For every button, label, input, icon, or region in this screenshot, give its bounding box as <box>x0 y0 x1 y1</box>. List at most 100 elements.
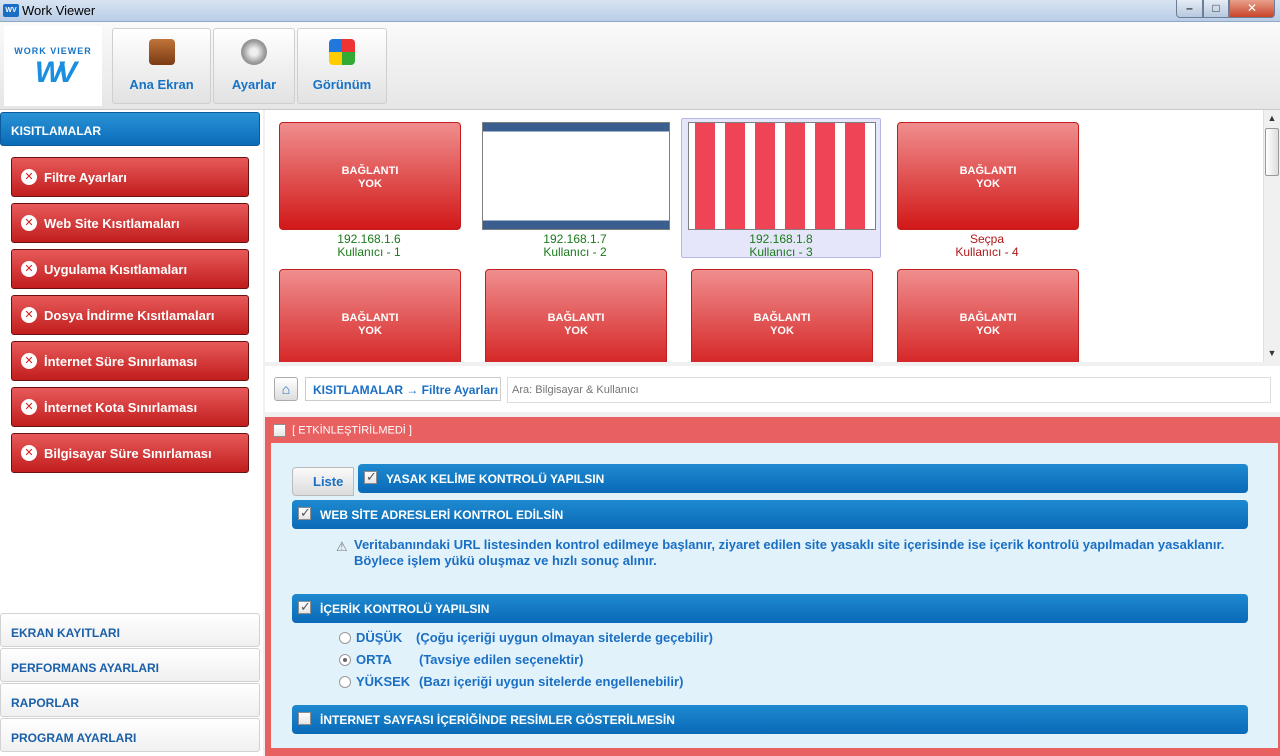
computer-card[interactable]: 192.168.1.8 Kullanıcı - 3 <box>681 118 881 259</box>
radio-medium[interactable] <box>339 654 351 666</box>
level-high-desc: (Bazı içeriği uygun sitelerde engelleneb… <box>419 674 684 689</box>
option-content-control[interactable]: İÇERİK KONTROLÜ YAPILSIN <box>292 594 1248 623</box>
filter-settings-panel: [ ETKİNLEŞTİRİLMEDİ ] Liste YASAK KELİME… <box>265 417 1280 756</box>
no-connection-tile: BAĞLANTI YOK <box>897 269 1079 362</box>
enable-checkbox[interactable] <box>273 424 286 437</box>
hide-images-checkbox[interactable] <box>298 712 311 725</box>
sidebar-header-screen-records[interactable]: EKRAN KAYITLARI <box>0 613 260 647</box>
computer-user: Kullanıcı - 3 <box>749 245 813 259</box>
shield-icon: ✕ <box>21 215 37 231</box>
settings-label: Ayarlar <box>231 77 277 92</box>
no-connection-tile: BAĞLANTI YOK <box>691 269 873 362</box>
home-icon[interactable]: ⌂ <box>274 377 298 401</box>
option-label: İNTERNET SAYFASI İÇERİĞİNDE RESİMLER GÖS… <box>320 713 675 727</box>
sidebar-item-filter-settings[interactable]: ✕ Filtre Ayarları <box>11 157 249 197</box>
web-sites-checkbox[interactable] <box>298 505 311 521</box>
sidebar-item-label: İnternet Süre Sınırlaması <box>44 354 198 369</box>
sidebar-item-label: Filtre Ayarları <box>44 170 127 185</box>
breadcrumb[interactable]: KISITLAMALAR → Filtre Ayarları <box>305 377 501 401</box>
sidebar-item-internet-quota-limit[interactable]: ✕ İnternet Kota Sınırlaması <box>11 387 249 427</box>
sidebar-header-reports[interactable]: RAPORLAR <box>0 683 260 717</box>
computer-address: 192.168.1.6 <box>337 232 401 246</box>
option-label: WEB SİTE ADRESLERİ KONTROL EDİLSİN <box>320 508 564 522</box>
enable-toggle[interactable]: [ ETKİNLEŞTİRİLMEDİ ] <box>273 424 412 437</box>
shield-icon: ✕ <box>21 261 37 277</box>
screen-preview <box>688 122 876 230</box>
logo-mark: WV <box>34 56 77 89</box>
computer-card[interactable]: 192.168.1.7 Kullanıcı - 2 <box>475 118 675 259</box>
option-web-sites[interactable]: WEB SİTE ADRESLERİ KONTROL EDİLSİN <box>292 500 1248 529</box>
computer-address: 192.168.1.8 <box>749 232 813 246</box>
banned-words-checkbox[interactable] <box>364 469 377 485</box>
sidebar-header-performance[interactable]: PERFORMANS AYARLARI <box>0 648 260 682</box>
toolbar: WORK VIEWER WV Ana Ekran Ayarlar Görünüm <box>0 22 1280 110</box>
sidebar-item-computer-time-limit[interactable]: ✕ Bilgisayar Süre Sınırlaması <box>11 433 249 473</box>
close-button[interactable]: ✕ <box>1229 0 1275 18</box>
level-high-label: YÜKSEK <box>356 674 411 689</box>
option-label: İÇERİK KONTROLÜ YAPILSIN <box>320 602 490 616</box>
computer-address: Seçpa <box>969 232 1005 246</box>
search-input[interactable] <box>507 377 1271 403</box>
sidebar-item-label: İnternet Kota Sınırlaması <box>44 400 198 415</box>
computer-card[interactable]: BAĞLANTI YOK 192.168.1.6 Kullanıcı - 1 <box>269 118 469 259</box>
scroll-down-arrow-icon[interactable]: ▼ <box>1264 345 1280 361</box>
sidebar-item-internet-time-limit[interactable]: ✕ İnternet Süre Sınırlaması <box>11 341 249 381</box>
view-label: Görünüm <box>312 77 372 92</box>
option-hide-images[interactable]: İNTERNET SAYFASI İÇERİĞİNDE RESİMLER GÖS… <box>292 705 1248 734</box>
enable-label: [ ETKİNLEŞTİRİLMEDİ ] <box>292 424 412 437</box>
sidebar-item-website-restrictions[interactable]: ✕ Web Site Kısıtlamaları <box>11 203 249 243</box>
warning-icon: ⚠ <box>336 539 348 554</box>
no-connection-tile: BAĞLANTI YOK <box>279 269 461 362</box>
gears-icon <box>241 39 267 65</box>
computer-user: Kullanıcı - 1 <box>337 245 401 259</box>
title-bar: WV Work Viewer – □ ✕ <box>0 0 1280 22</box>
connection-state: BAĞLANTI YOK <box>341 312 399 337</box>
sidebar-header-program-settings[interactable]: PROGRAM AYARLARI <box>0 718 260 752</box>
scroll-up-arrow-icon[interactable]: ▲ <box>1264 110 1280 126</box>
connection-state: BAĞLANTI YOK <box>959 165 1017 190</box>
computer-card[interactable]: BAĞLANTI YOK <box>269 265 469 362</box>
level-low-desc: (Çoğu içeriği uygun olmayan sitelerde ge… <box>416 630 713 645</box>
sidebar-item-app-restrictions[interactable]: ✕ Uygulama Kısıtlamaları <box>11 249 249 289</box>
content-control-checkbox[interactable] <box>298 599 311 615</box>
minimize-button[interactable]: – <box>1176 0 1203 18</box>
computer-card[interactable]: BAĞLANTI YOK <box>887 265 1087 362</box>
sidebar-item-download-restrictions[interactable]: ✕ Dosya İndirme Kısıtlamaları <box>11 295 249 335</box>
list-button-label: Liste <box>313 474 344 489</box>
grid-scrollbar[interactable]: ▲ ▼ <box>1263 110 1280 362</box>
connection-state: BAĞLANTI YOK <box>341 165 399 190</box>
computer-card[interactable]: BAĞLANTI YOK <box>681 265 881 362</box>
no-connection-tile: BAĞLANTI YOK <box>485 269 667 362</box>
sidebar-item-label: Uygulama Kısıtlamaları <box>44 262 188 277</box>
option-label: YASAK KELİME KONTROLÜ YAPILSIN <box>386 472 605 486</box>
level-low-label: DÜŞÜK <box>356 630 403 645</box>
sidebar-item-label: Web Site Kısıtlamaları <box>44 216 180 231</box>
sidebar: KISITLAMALAR ✕ Filtre Ayarları ✕ Web Site … <box>0 110 263 756</box>
computer-grid: BAĞLANTI YOK 192.168.1.6 Kullanıcı - 1 192.… <box>265 110 1263 362</box>
no-connection-tile: BAĞLANTI YOK <box>897 122 1079 230</box>
radio-high[interactable] <box>339 676 351 688</box>
rubiks-cube-icon <box>329 39 355 65</box>
home-screen-button[interactable]: Ana Ekran <box>112 28 211 104</box>
settings-button[interactable]: Ayarlar <box>213 28 295 104</box>
window-title: Work Viewer <box>22 3 96 18</box>
briefcase-icon <box>148 39 175 65</box>
sidebar-item-label: Bilgisayar Süre Sınırlaması <box>44 446 212 461</box>
maximize-button[interactable]: □ <box>1203 0 1229 18</box>
radio-low[interactable] <box>339 632 351 644</box>
list-button[interactable]: Liste <box>292 467 354 496</box>
option-banned-words[interactable]: YASAK KELİME KONTROLÜ YAPILSIN <box>358 464 1248 493</box>
level-medium-label: ORTA <box>356 652 392 667</box>
computer-card[interactable]: BAĞLANTI YOK Seçpa Kullanıcı - 4 <box>887 118 1087 259</box>
view-button[interactable]: Görünüm <box>297 28 387 104</box>
logo-text: WORK VIEWER <box>14 46 92 56</box>
computer-card[interactable]: BAĞLANTI YOK <box>475 265 675 362</box>
scroll-thumb[interactable] <box>1265 128 1279 176</box>
connection-state: BAĞLANTI YOK <box>547 312 605 337</box>
filter-options: Liste YASAK KELİME KONTROLÜ YAPILSIN WEB… <box>271 443 1278 748</box>
shield-icon: ✕ <box>21 169 37 185</box>
shield-icon: ✕ <box>21 399 37 415</box>
sidebar-header-restrictions[interactable]: KISITLAMALAR <box>0 112 260 146</box>
level-medium-desc: (Tavsiye edilen seçenektir) <box>419 652 584 667</box>
connection-state: BAĞLANTI YOK <box>753 312 811 337</box>
